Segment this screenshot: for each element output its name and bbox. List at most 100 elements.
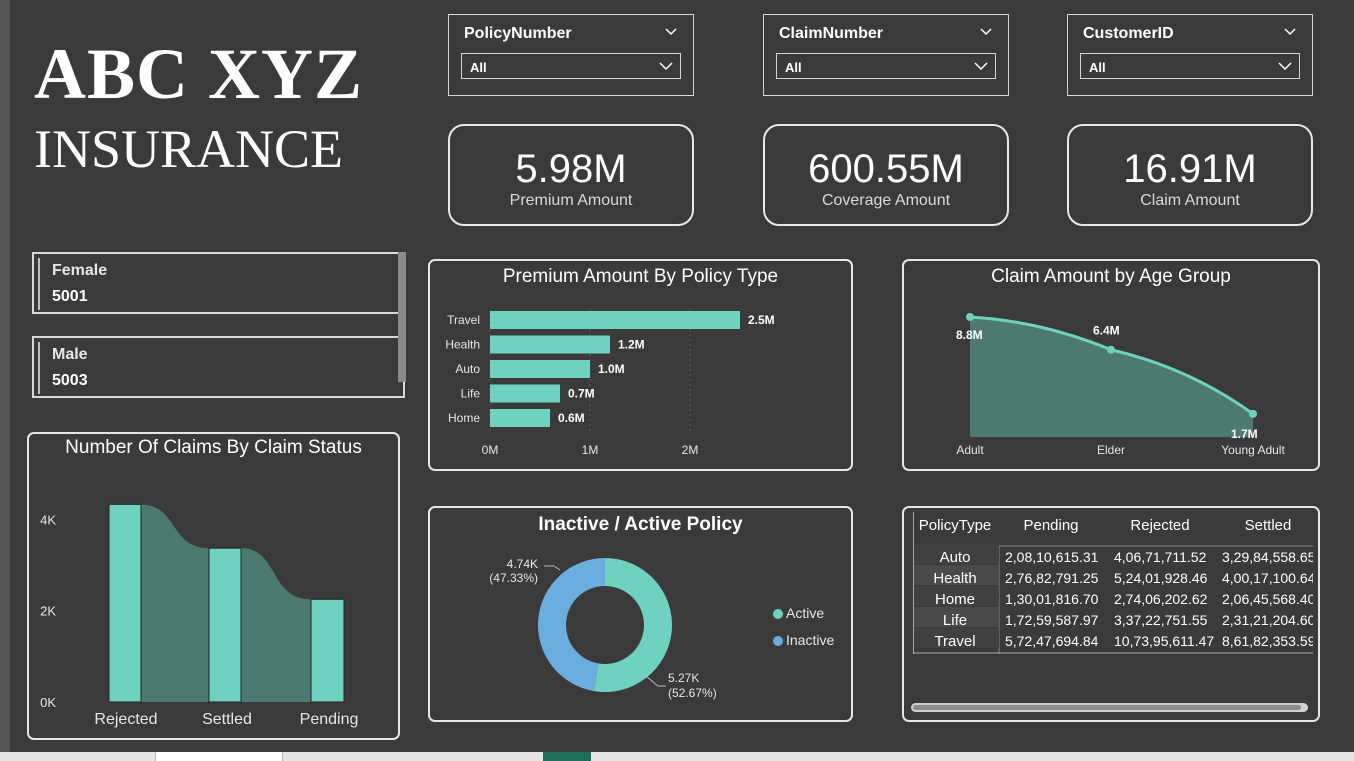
category-label: Health bbox=[445, 338, 480, 352]
gender-card-female: Female 5001 bbox=[32, 252, 405, 314]
category-label: Travel bbox=[447, 313, 480, 327]
brand-subtitle: INSURANCE bbox=[34, 119, 344, 179]
legend-marker bbox=[773, 636, 783, 646]
percent-label: (52.67%) bbox=[668, 686, 717, 700]
left-edge-bar bbox=[0, 0, 10, 752]
claims-matrix-viewport: PolicyType Pending Rejected Settled Auto 2,08… bbox=[913, 512, 1313, 654]
leader-line bbox=[544, 565, 561, 571]
claim-by-age-group-panel: Claim Amount by Age Group 8.8M Adult 6.4M E… bbox=[902, 259, 1320, 471]
column-header: Rejected bbox=[1130, 517, 1189, 534]
premium-by-policy-type-panel: Premium Amount By Policy Type Travel 2.5M… bbox=[428, 259, 853, 471]
table-cell: 5,72,47,694.84 bbox=[1005, 633, 1099, 649]
category-label: Pending bbox=[300, 711, 359, 728]
bar bbox=[490, 409, 550, 427]
data-label: 1.2M bbox=[618, 338, 645, 352]
legend-label: Inactive bbox=[786, 632, 834, 648]
chevron-down-icon bbox=[659, 62, 673, 71]
bar bbox=[490, 335, 610, 354]
claim-by-age-group-chart: 8.8M Adult 6.4M Elder 1.7M Young Adult bbox=[956, 313, 1285, 457]
tick-label: 0M bbox=[482, 443, 499, 457]
tick-label: 2K bbox=[40, 604, 56, 619]
row-label: Home bbox=[935, 591, 975, 608]
category-label: Settled bbox=[202, 711, 252, 728]
table-cell: 1,72,59,587.97 bbox=[1005, 612, 1099, 628]
claims-by-status-chart: 0K 2K 4K Rejected Settled Pending bbox=[40, 503, 359, 728]
row-label: Life bbox=[943, 612, 967, 629]
slicer-title: PolicyNumber bbox=[464, 25, 572, 42]
percent-label: (47.33%) bbox=[489, 571, 538, 585]
page-tab-bar bbox=[0, 752, 1354, 761]
table-cell: 5,24,01,928.46 bbox=[1114, 570, 1208, 586]
category-label: Adult bbox=[956, 443, 984, 457]
legend-marker bbox=[773, 609, 783, 619]
claim-number-dropdown[interactable]: All bbox=[776, 53, 996, 79]
page-tab[interactable] bbox=[155, 752, 283, 761]
table-cell: 2,06,45,568.40 bbox=[1222, 591, 1313, 607]
table-cell: 2,08,10,615.31 bbox=[1005, 549, 1099, 565]
chevron-down-icon bbox=[974, 62, 988, 71]
tick-label: 0K bbox=[40, 695, 56, 710]
data-label: 0.6M bbox=[558, 411, 585, 425]
bar bbox=[108, 503, 142, 703]
kpi-label: Coverage Amount bbox=[821, 192, 951, 209]
table-cell: 4,00,17,100.64 bbox=[1222, 570, 1313, 586]
gender-label: Male bbox=[52, 346, 88, 363]
tick-label: 1M bbox=[582, 443, 599, 457]
slicer-policy-number[interactable]: PolicyNumber All bbox=[448, 14, 694, 96]
customer-id-dropdown[interactable]: All bbox=[1080, 53, 1300, 79]
dropdown-value: All bbox=[470, 60, 487, 75]
premium-by-policy-type-chart: Travel 2.5M Health 1.2M Auto 1.0M Life 0.7M Home… bbox=[445, 309, 775, 457]
category-label: Auto bbox=[455, 362, 480, 376]
slicer-claim-number[interactable]: ClaimNumber All bbox=[763, 14, 1009, 96]
tick-label: 2M bbox=[682, 443, 699, 457]
slicer-customer-id[interactable]: CustomerID All bbox=[1067, 14, 1313, 96]
category-label: Home bbox=[448, 411, 480, 425]
row-label: Travel bbox=[934, 633, 975, 650]
table-cell: 8,61,82,353.59 bbox=[1222, 633, 1313, 649]
gender-label: Female bbox=[52, 262, 108, 279]
data-label: 0.7M bbox=[568, 387, 595, 401]
table-cell: 3,29,84,558.65 bbox=[1222, 549, 1313, 565]
donut-slice bbox=[538, 558, 605, 692]
table-cell: 1,30,01,816.70 bbox=[1005, 591, 1099, 607]
legend-label: Active bbox=[786, 605, 824, 621]
brand-title: ABC XYZ bbox=[34, 34, 364, 114]
bar bbox=[208, 547, 242, 703]
bar bbox=[310, 598, 345, 703]
data-label: 1.7M bbox=[1231, 427, 1258, 441]
tick-label: 4K bbox=[40, 512, 56, 527]
horizontal-scrollbar[interactable] bbox=[911, 703, 1308, 712]
page-tab-active[interactable] bbox=[543, 752, 591, 761]
slicer-title: CustomerID bbox=[1083, 25, 1174, 42]
data-label: 8.8M bbox=[956, 328, 983, 342]
table-cell: 2,31,21,204.60 bbox=[1222, 612, 1313, 628]
claims-by-status-panel: Number Of Claims By Claim Status 0K 2K 4K R… bbox=[27, 432, 400, 740]
card-accent bbox=[38, 342, 40, 394]
kpi-coverage-amount: 600.55M Coverage Amount bbox=[763, 124, 1009, 226]
category-label: Life bbox=[461, 387, 481, 401]
slicer-title: ClaimNumber bbox=[779, 25, 884, 42]
data-label: 6.4M bbox=[1093, 324, 1120, 338]
chevron-down-icon[interactable] bbox=[978, 23, 994, 39]
card-scrollbar[interactable] bbox=[398, 252, 406, 382]
category-label: Rejected bbox=[94, 711, 157, 728]
chevron-down-icon bbox=[1278, 62, 1292, 71]
kpi-label: Premium Amount bbox=[509, 192, 633, 209]
column-header: Settled bbox=[1245, 517, 1292, 534]
row-label: Health bbox=[933, 570, 976, 587]
bar bbox=[490, 384, 560, 403]
data-point bbox=[1249, 409, 1257, 418]
dropdown-value: All bbox=[785, 60, 802, 75]
table-cell: 4,06,71,711.52 bbox=[1114, 549, 1207, 565]
claims-matrix-table: PolicyType Pending Rejected Settled Auto 2,08… bbox=[913, 512, 1313, 654]
gender-value: 5003 bbox=[52, 372, 88, 389]
chevron-down-icon[interactable] bbox=[1282, 23, 1298, 39]
gender-value: 5001 bbox=[52, 288, 88, 305]
row-label: Auto bbox=[940, 549, 971, 566]
card-accent bbox=[38, 258, 40, 310]
policy-number-dropdown[interactable]: All bbox=[461, 53, 681, 79]
kpi-claim-amount: 16.91M Claim Amount bbox=[1067, 124, 1313, 226]
chevron-down-icon[interactable] bbox=[663, 23, 679, 39]
scrollbar-thumb[interactable] bbox=[913, 705, 1301, 710]
bar bbox=[490, 311, 740, 329]
